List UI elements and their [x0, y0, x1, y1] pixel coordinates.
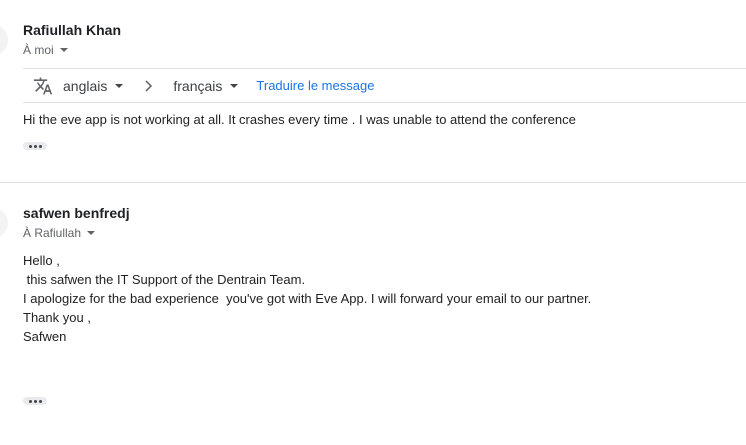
caret-down-icon: [230, 83, 239, 88]
message-body-line: Thank you ,: [23, 310, 91, 325]
target-language-label: français: [173, 77, 223, 94]
translate-message-link[interactable]: Traduire le message: [256, 78, 374, 93]
source-language-label: anglais: [63, 77, 108, 94]
more-horiz-icon-dot: [33, 399, 37, 403]
more-horiz-icon-dot: [38, 399, 42, 403]
chevron-right-icon: [141, 79, 155, 93]
show-trimmed-content-button[interactable]: [23, 142, 47, 150]
caret-down-icon: [59, 48, 68, 52]
translate-bar: anglais français Traduire le message: [23, 68, 746, 103]
message-body-line: this safwen the IT Support of the Dentra…: [23, 272, 306, 287]
caret-down-icon: [87, 231, 96, 235]
more-horiz-icon: [28, 144, 32, 148]
message-divider: [0, 182, 746, 183]
message-body: Hi the eve app is not working at all. It…: [23, 112, 576, 127]
show-trimmed-content-button[interactable]: [23, 397, 47, 405]
recipient-label: À moi: [23, 43, 54, 57]
recipient-details-toggle[interactable]: À moi: [23, 43, 68, 57]
source-language-select[interactable]: anglais: [63, 77, 124, 94]
message-body-line: Hello ,: [23, 253, 60, 268]
message-body-line: I apologize for the bad experience you'v…: [23, 291, 592, 306]
recipient-label: À Rafiullah: [23, 226, 82, 240]
message-body-line: Safwen: [23, 329, 67, 344]
sender-name[interactable]: Rafiullah Khan: [23, 22, 121, 38]
more-horiz-icon-dot: [38, 144, 42, 148]
translate-icon: [33, 76, 53, 96]
recipient-details-toggle[interactable]: À Rafiullah: [23, 226, 96, 240]
more-horiz-icon: [28, 399, 32, 403]
sender-name[interactable]: safwen benfredj: [23, 205, 130, 221]
caret-down-icon: [115, 83, 124, 88]
target-language-select[interactable]: français: [173, 77, 239, 94]
sender-avatar[interactable]: [0, 25, 8, 55]
more-horiz-icon-dot: [33, 144, 37, 148]
sender-avatar[interactable]: [0, 208, 8, 238]
